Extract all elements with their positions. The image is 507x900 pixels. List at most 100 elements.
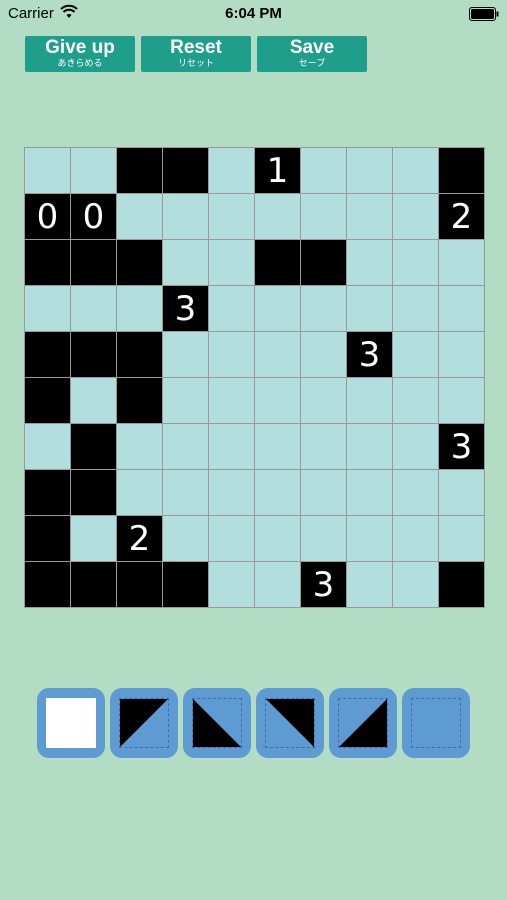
- grid-cell[interactable]: [439, 332, 484, 377]
- grid-cell[interactable]: [71, 562, 116, 607]
- grid-cell[interactable]: 3: [439, 424, 484, 469]
- grid-cell[interactable]: [393, 194, 438, 239]
- grid-cell[interactable]: [301, 332, 346, 377]
- grid-cell[interactable]: [393, 516, 438, 561]
- tool-button-triangle-top-left[interactable]: [110, 688, 178, 758]
- grid-cell[interactable]: [255, 286, 300, 331]
- grid-cell[interactable]: [163, 470, 208, 515]
- grid-cell[interactable]: [117, 424, 162, 469]
- grid-cell[interactable]: [347, 286, 392, 331]
- tool-button-triangle-bottom-right[interactable]: [329, 688, 397, 758]
- grid-cell[interactable]: [347, 516, 392, 561]
- grid-cell[interactable]: [301, 240, 346, 285]
- grid-cell[interactable]: [393, 148, 438, 193]
- grid-cell[interactable]: 2: [117, 516, 162, 561]
- grid-cell[interactable]: [255, 332, 300, 377]
- grid-cell[interactable]: [117, 240, 162, 285]
- grid-cell[interactable]: 2: [439, 194, 484, 239]
- grid-cell[interactable]: [301, 424, 346, 469]
- grid-cell[interactable]: [117, 562, 162, 607]
- grid-cell[interactable]: [163, 516, 208, 561]
- grid-cell[interactable]: [347, 378, 392, 423]
- grid-cell[interactable]: [347, 424, 392, 469]
- grid-cell[interactable]: [117, 148, 162, 193]
- grid-cell[interactable]: [301, 148, 346, 193]
- grid-cell[interactable]: [209, 516, 254, 561]
- grid-cell[interactable]: 3: [347, 332, 392, 377]
- grid-cell[interactable]: [439, 286, 484, 331]
- tool-button-empty-square[interactable]: [402, 688, 470, 758]
- grid-cell[interactable]: [393, 424, 438, 469]
- grid-cell[interactable]: [347, 240, 392, 285]
- grid-cell[interactable]: [163, 332, 208, 377]
- grid-cell[interactable]: [209, 470, 254, 515]
- grid-cell[interactable]: [209, 562, 254, 607]
- grid-cell[interactable]: [347, 194, 392, 239]
- grid-cell[interactable]: [117, 332, 162, 377]
- grid-cell[interactable]: [71, 286, 116, 331]
- grid-cell[interactable]: [255, 562, 300, 607]
- grid-cell[interactable]: [25, 148, 70, 193]
- grid-cell[interactable]: 0: [25, 194, 70, 239]
- grid-cell[interactable]: [439, 470, 484, 515]
- grid-cell[interactable]: [393, 240, 438, 285]
- grid-cell[interactable]: [25, 332, 70, 377]
- grid-cell[interactable]: [163, 424, 208, 469]
- grid-cell[interactable]: [209, 424, 254, 469]
- reset-button[interactable]: Reset リセット: [141, 36, 251, 72]
- give-up-button[interactable]: Give up あきらめる: [25, 36, 135, 72]
- grid-cell[interactable]: [439, 378, 484, 423]
- grid-cell[interactable]: [71, 240, 116, 285]
- grid-cell[interactable]: [25, 516, 70, 561]
- grid-cell[interactable]: [393, 378, 438, 423]
- grid-cell[interactable]: [209, 148, 254, 193]
- grid-cell[interactable]: [163, 378, 208, 423]
- grid-cell[interactable]: [25, 562, 70, 607]
- grid-cell[interactable]: [439, 148, 484, 193]
- grid-cell[interactable]: [439, 516, 484, 561]
- grid-cell[interactable]: [439, 562, 484, 607]
- grid-cell[interactable]: [209, 378, 254, 423]
- grid-cell[interactable]: [25, 378, 70, 423]
- grid-cell[interactable]: [255, 516, 300, 561]
- grid-cell[interactable]: [209, 286, 254, 331]
- grid-cell[interactable]: [25, 286, 70, 331]
- grid-cell[interactable]: [393, 470, 438, 515]
- grid-cell[interactable]: 0: [71, 194, 116, 239]
- grid-cell[interactable]: [209, 194, 254, 239]
- grid-cell[interactable]: 3: [301, 562, 346, 607]
- grid-cell[interactable]: [347, 148, 392, 193]
- grid-cell[interactable]: [301, 470, 346, 515]
- grid-cell[interactable]: [117, 194, 162, 239]
- grid-cell[interactable]: [163, 194, 208, 239]
- grid-cell[interactable]: [117, 470, 162, 515]
- grid-cell[interactable]: [255, 378, 300, 423]
- grid-cell[interactable]: [117, 286, 162, 331]
- save-button[interactable]: Save セーブ: [257, 36, 367, 72]
- tool-button-triangle-top-right[interactable]: [256, 688, 324, 758]
- tool-button-white-square[interactable]: [37, 688, 105, 758]
- grid-cell[interactable]: [71, 470, 116, 515]
- grid-cell[interactable]: [393, 332, 438, 377]
- grid-cell[interactable]: [255, 470, 300, 515]
- grid-cell[interactable]: [347, 562, 392, 607]
- grid-cell[interactable]: 3: [163, 286, 208, 331]
- grid-cell[interactable]: [71, 332, 116, 377]
- grid-cell[interactable]: [25, 424, 70, 469]
- grid-cell[interactable]: [71, 424, 116, 469]
- grid-cell[interactable]: [71, 378, 116, 423]
- grid-cell[interactable]: 1: [255, 148, 300, 193]
- grid-cell[interactable]: [347, 470, 392, 515]
- grid-cell[interactable]: [439, 240, 484, 285]
- grid-cell[interactable]: [209, 240, 254, 285]
- grid-cell[interactable]: [163, 240, 208, 285]
- grid-cell[interactable]: [301, 194, 346, 239]
- tool-button-triangle-bottom-left[interactable]: [183, 688, 251, 758]
- grid-cell[interactable]: [25, 240, 70, 285]
- grid-cell[interactable]: [393, 286, 438, 331]
- grid-cell[interactable]: [25, 470, 70, 515]
- grid-cell[interactable]: [301, 378, 346, 423]
- grid-cell[interactable]: [301, 286, 346, 331]
- grid-cell[interactable]: [255, 424, 300, 469]
- grid-cell[interactable]: [393, 562, 438, 607]
